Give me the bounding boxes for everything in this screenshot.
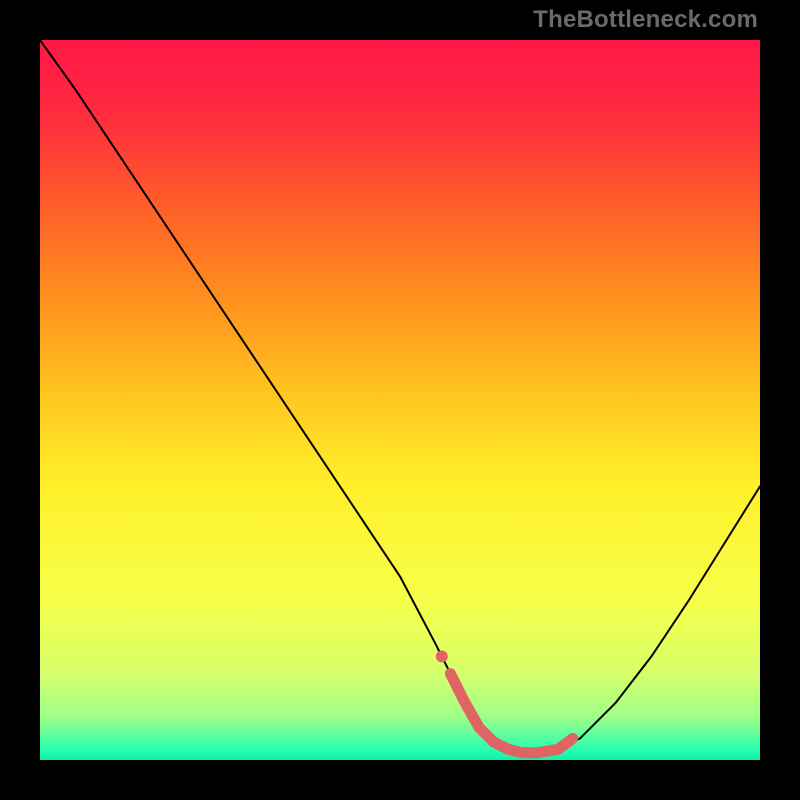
plot-area xyxy=(40,40,760,760)
chart-svg xyxy=(40,40,760,760)
bottleneck-highlight-dot xyxy=(436,650,448,662)
chart-frame: TheBottleneck.com xyxy=(0,0,800,800)
gradient-background xyxy=(40,40,760,760)
watermark-text: TheBottleneck.com xyxy=(533,6,758,34)
